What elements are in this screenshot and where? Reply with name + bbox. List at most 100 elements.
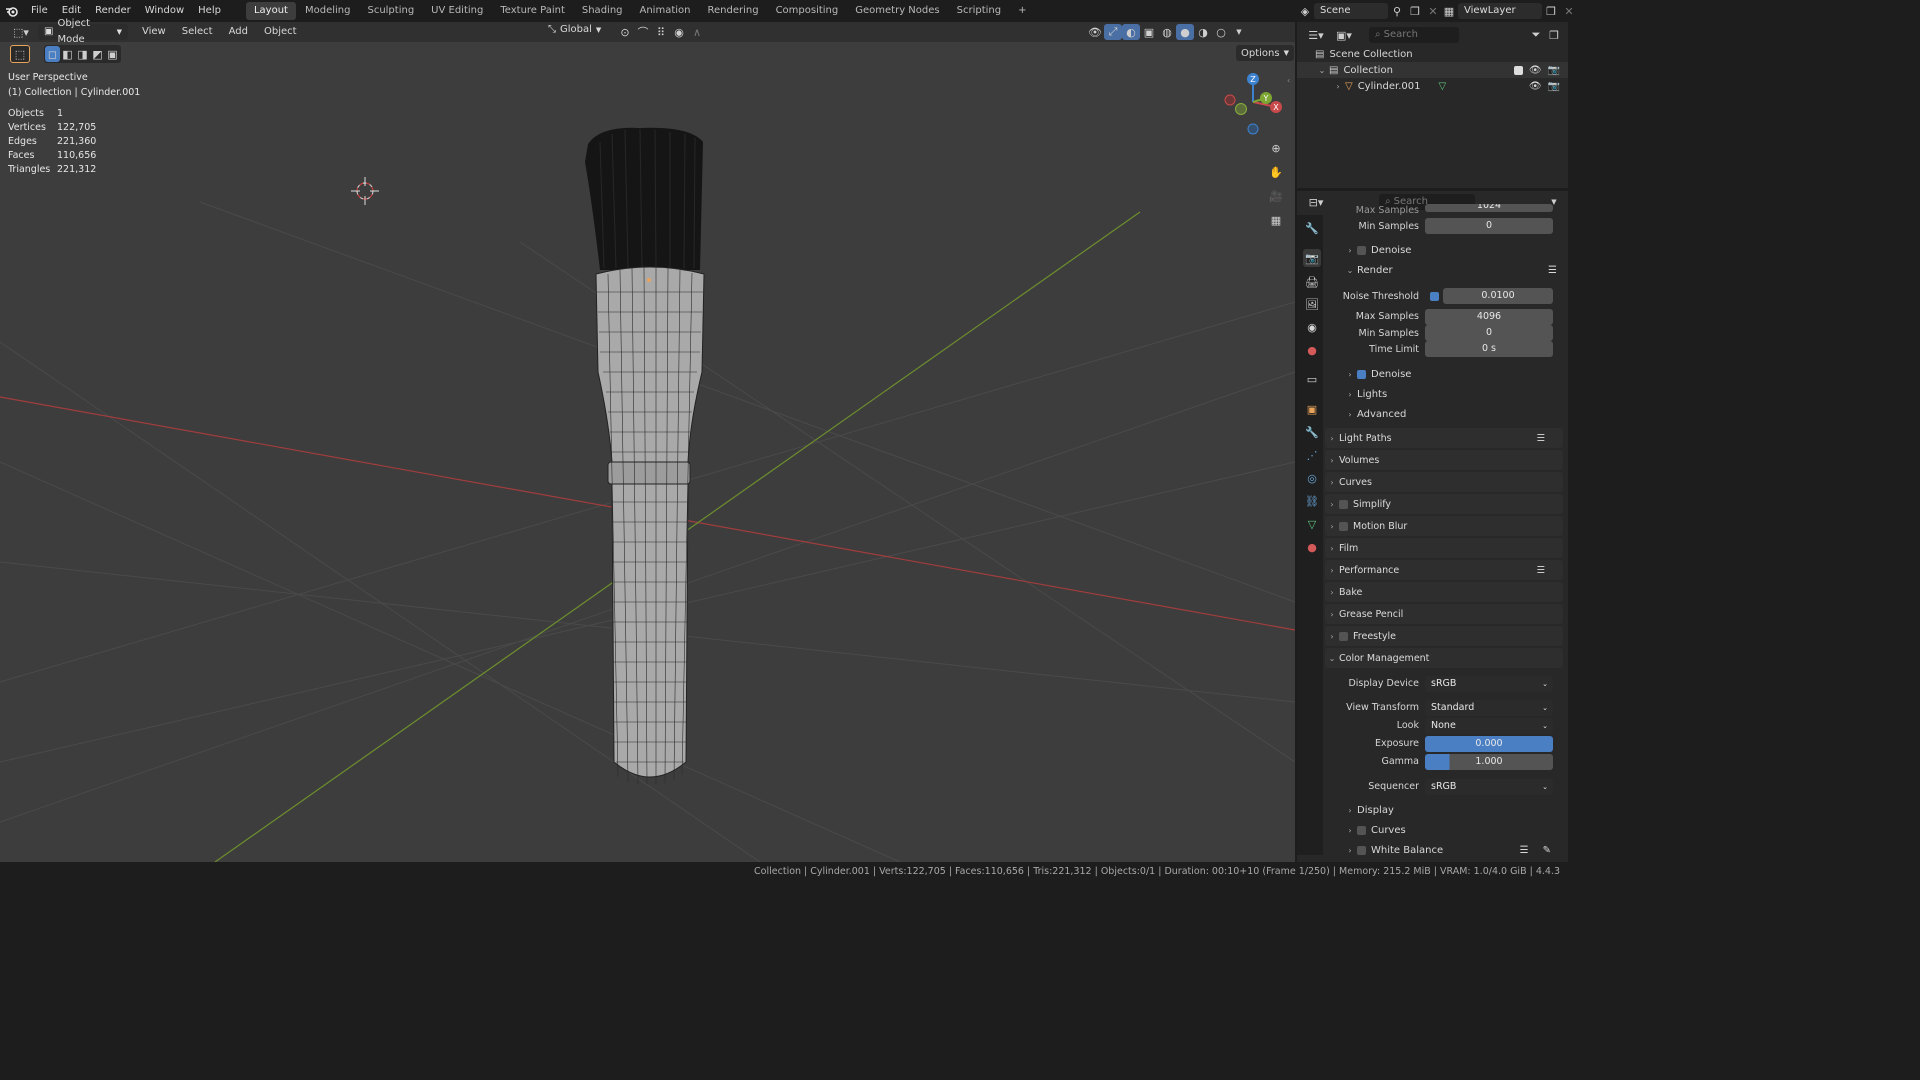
mode-selector[interactable]: ▣ Object Mode ▼ xyxy=(38,18,128,45)
constraints-tab-icon[interactable]: ⛓ xyxy=(1303,492,1321,510)
gizmo-icon[interactable]: ⤢ xyxy=(1104,24,1122,40)
add-workspace-button[interactable]: + xyxy=(1010,2,1034,20)
tab-layout[interactable]: Layout xyxy=(245,2,296,20)
material-shading-icon[interactable]: ◑ xyxy=(1194,24,1212,40)
zoom-icon[interactable]: ⊕ xyxy=(1266,138,1286,158)
tab-uv-editing[interactable]: UV Editing xyxy=(423,2,491,20)
tab-rendering[interactable]: Rendering xyxy=(699,2,766,20)
world-tab-icon[interactable]: ● xyxy=(1303,341,1321,359)
display-device-dropdown[interactable]: sRGB ⌄ xyxy=(1425,676,1553,692)
blender-logo-icon[interactable] xyxy=(0,5,24,17)
menu-window[interactable]: Window xyxy=(138,0,191,22)
scene-icon[interactable]: ◈ xyxy=(1296,3,1314,19)
list-icon[interactable]: ☰ xyxy=(1536,565,1545,576)
select-extend-icon[interactable]: ◧ xyxy=(60,46,75,62)
scene-name-field[interactable]: Scene xyxy=(1314,3,1388,19)
render-tab-icon[interactable]: 📷 xyxy=(1303,249,1321,267)
eye-icon[interactable]: 👁 xyxy=(1529,81,1542,92)
camera-render-icon[interactable]: 📷 xyxy=(1548,65,1560,76)
tab-geometry-nodes[interactable]: Geometry Nodes xyxy=(847,2,947,20)
expand-chevron-icon[interactable]: ⌄ xyxy=(1315,66,1329,75)
tab-sculpting[interactable]: Sculpting xyxy=(359,2,422,20)
panel-motion-blur[interactable]: › Motion Blur xyxy=(1325,516,1563,536)
tab-compositing[interactable]: Compositing xyxy=(768,2,847,20)
properties-editor-type-icon[interactable]: ⊟▾ xyxy=(1305,194,1327,210)
eye-icon[interactable]: 👁 xyxy=(1529,65,1542,76)
camera-view-icon[interactable]: 🎥 xyxy=(1266,186,1286,206)
panel-color-management[interactable]: ⌄ Color Management xyxy=(1325,648,1563,668)
motion-blur-checkbox[interactable] xyxy=(1339,521,1348,531)
denoise-subpanel[interactable]: › Denoise xyxy=(1343,369,1411,380)
panel-grease-pencil[interactable]: › Grease Pencil xyxy=(1325,604,1563,624)
select-intersect-icon[interactable]: ▣ xyxy=(105,46,120,62)
panel-freestyle[interactable]: › Freestyle xyxy=(1325,626,1563,646)
max-samples-field[interactable]: 4096 xyxy=(1425,309,1553,325)
select-box-tool-icon[interactable]: ⬚ xyxy=(10,45,30,63)
panel-light-paths[interactable]: › Light Paths ☰ xyxy=(1325,428,1563,448)
view-layer-field[interactable]: ViewLayer xyxy=(1458,3,1542,19)
view-layer-icon[interactable]: ▦ xyxy=(1440,3,1458,19)
tab-texture-paint[interactable]: Texture Paint xyxy=(492,2,573,20)
visibility-icon[interactable]: 👁 xyxy=(1086,24,1104,40)
3d-viewport[interactable]: Z X Y ⬚ ◻ ◧ ◨ ◩ ▣ Options ▼ User Perspec… xyxy=(0,42,1295,862)
time-limit-field[interactable]: 0 s xyxy=(1425,341,1553,357)
new-collection-icon[interactable]: ❐ xyxy=(1545,27,1563,43)
denoise-checkbox[interactable] xyxy=(1357,370,1366,379)
tab-modeling[interactable]: Modeling xyxy=(297,2,359,20)
display-mode-icon[interactable]: ▣▾ xyxy=(1333,27,1355,43)
lights-subpanel[interactable]: › Lights xyxy=(1343,389,1387,400)
pin-icon[interactable]: ⚲ xyxy=(1388,3,1406,19)
menu-file[interactable]: File xyxy=(24,0,55,22)
snap-target-icon[interactable]: ⠿ xyxy=(652,24,670,40)
xray-icon[interactable]: ▣ xyxy=(1140,24,1158,40)
panel-film[interactable]: › Film xyxy=(1325,538,1563,558)
material-tab-icon[interactable]: ● xyxy=(1303,538,1321,556)
tab-animation[interactable]: Animation xyxy=(632,2,699,20)
data-tab-icon[interactable]: ▽ xyxy=(1303,515,1321,533)
neg-y-axis-icon[interactable] xyxy=(1235,103,1247,115)
transform-orientation[interactable]: ⤡ Global ▼ xyxy=(548,24,601,35)
tab-shading[interactable]: Shading xyxy=(574,2,631,20)
denoise-top-subpanel[interactable]: › Denoise xyxy=(1343,245,1411,256)
collection-tab-icon[interactable]: ▭ xyxy=(1303,370,1321,388)
select-invert-icon[interactable]: ◩ xyxy=(90,46,105,62)
rendered-shading-icon[interactable]: ○ xyxy=(1212,24,1230,40)
list-icon[interactable]: ☰ xyxy=(1536,433,1545,444)
snap-icon[interactable]: ⌒ xyxy=(634,24,652,40)
curves-subpanel[interactable]: › Curves xyxy=(1343,825,1405,836)
denoise-top-checkbox[interactable] xyxy=(1357,246,1366,255)
white-balance-subpanel[interactable]: › White Balance ☰ ✎ xyxy=(1343,845,1551,856)
overlay-icon[interactable]: ◐ xyxy=(1122,24,1140,40)
simplify-checkbox[interactable] xyxy=(1339,499,1348,509)
perspective-grid-icon[interactable]: ▦ xyxy=(1266,210,1286,230)
noise-threshold-checkbox[interactable] xyxy=(1430,292,1439,301)
pivot-icon[interactable]: ⊙ xyxy=(616,24,634,40)
collection-exclude-checkbox[interactable] xyxy=(1513,65,1523,75)
view-transform-dropdown[interactable]: Standard ⌄ xyxy=(1425,700,1553,716)
neg-x-axis-icon[interactable] xyxy=(1224,94,1236,106)
new-view-layer-icon[interactable]: ❐ xyxy=(1542,3,1560,19)
list-icon[interactable]: ☰ xyxy=(1548,265,1557,276)
max-samples-top-field[interactable]: 1024 xyxy=(1425,204,1553,212)
solid-shading-icon[interactable]: ● xyxy=(1176,24,1194,40)
outliner-search-input[interactable]: ⌕ Search xyxy=(1369,27,1459,43)
wireframe-shading-icon[interactable]: ◍ xyxy=(1158,24,1176,40)
eyedropper-icon[interactable]: ✎ xyxy=(1543,845,1551,856)
shading-options-icon[interactable]: ▼ xyxy=(1230,24,1248,40)
filter-icon[interactable]: ⏷ xyxy=(1527,27,1545,43)
menu-object[interactable]: Object xyxy=(256,22,305,42)
look-dropdown[interactable]: None ⌄ xyxy=(1425,718,1553,734)
panel-performance[interactable]: › Performance ☰ xyxy=(1325,560,1563,580)
outliner-row-scene-collection[interactable]: ▤ Scene Collection xyxy=(1315,46,1413,62)
outliner-row-collection[interactable]: ⌄ ▤ Collection 👁 📷 xyxy=(1297,62,1568,78)
outliner-row-object[interactable]: › ▽ Cylinder.001 ▽ 👁 📷 xyxy=(1297,78,1568,94)
freestyle-checkbox[interactable] xyxy=(1339,631,1348,641)
modifier-tab-icon[interactable]: 🔧 xyxy=(1303,423,1321,441)
panel-simplify[interactable]: › Simplify xyxy=(1325,494,1563,514)
curves-checkbox[interactable] xyxy=(1357,826,1366,835)
expand-chevron-icon[interactable]: › xyxy=(1331,82,1345,91)
exposure-slider[interactable]: 0.000 xyxy=(1425,736,1553,752)
options-dropdown[interactable]: Options ▼ xyxy=(1236,45,1294,61)
noise-threshold-field[interactable]: 0.0100 xyxy=(1443,288,1553,304)
min-samples-top-field[interactable]: 0 xyxy=(1425,218,1553,234)
